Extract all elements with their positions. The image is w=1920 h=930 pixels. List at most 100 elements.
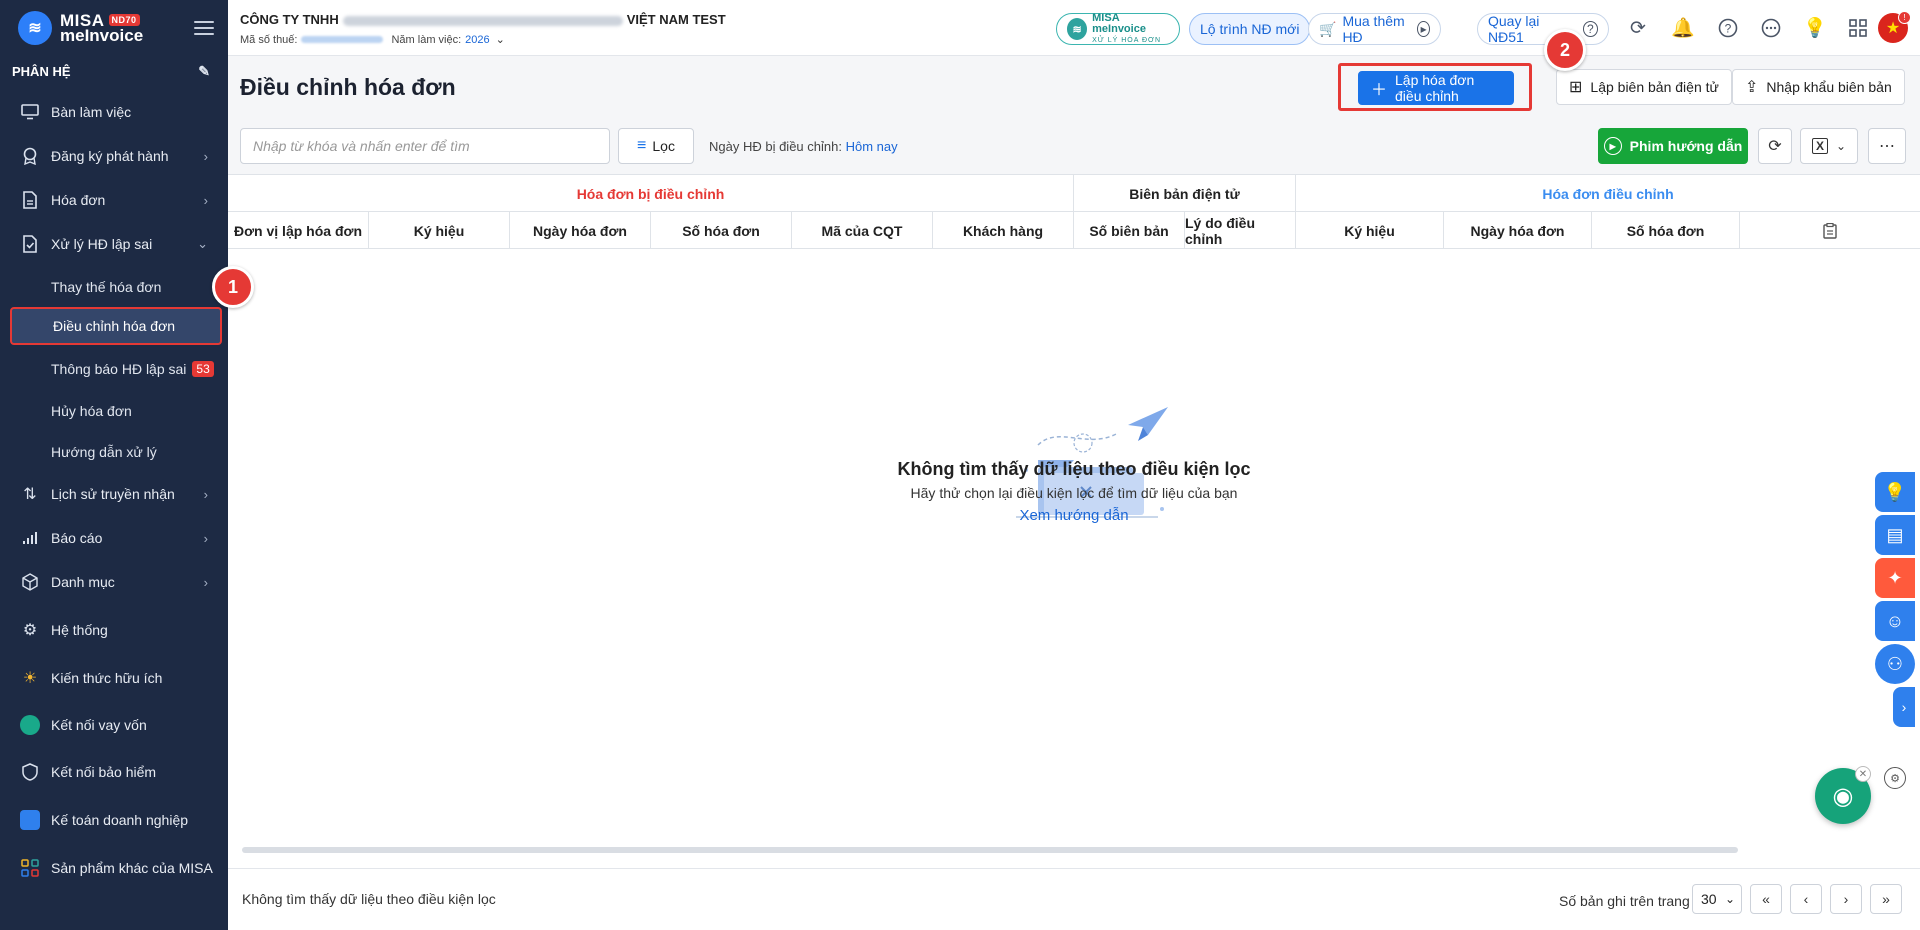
- meinvoice-processing-pill[interactable]: ≋ MISA meInvoice XỬ LÝ HÓA ĐƠN: [1056, 11, 1180, 45]
- group-e-record: Biên bản điện tử: [1074, 175, 1296, 212]
- float-ai-button[interactable]: ✦: [1875, 558, 1915, 598]
- sidebar-item-invoice[interactable]: Hóa đơn ›: [0, 180, 228, 220]
- col-issuer[interactable]: Đơn vị lập hóa đơn: [228, 212, 369, 249]
- col-symbol[interactable]: Ký hiệu: [369, 212, 510, 249]
- tax-label: Mã số thuế:: [240, 33, 298, 46]
- col-record-number[interactable]: Số biên bản: [1074, 212, 1185, 249]
- group-adjustment-invoice: Hóa đơn điều chỉnh: [1542, 185, 1674, 202]
- sidebar-item-report[interactable]: Báo cáo ›: [0, 518, 228, 558]
- float-idea-button[interactable]: 💡: [1875, 472, 1915, 512]
- grid-apps-icon[interactable]: [1846, 16, 1870, 40]
- close-icon[interactable]: ✕: [1855, 766, 1871, 782]
- create-e-record-button[interactable]: ⊞ Lập biên bản điện tử: [1556, 69, 1732, 105]
- sidebar-subitem-guide[interactable]: Hướng dẫn xử lý: [0, 433, 228, 471]
- horizontal-scrollbar[interactable]: [242, 847, 1738, 853]
- people-icon: ⚇: [1886, 653, 1904, 674]
- first-page-button[interactable]: «: [1750, 884, 1782, 914]
- sidebar-item-registration[interactable]: Đăng ký phát hành ›: [0, 136, 228, 176]
- logo[interactable]: ≋ MISA ND70 meInvoice: [0, 0, 228, 56]
- sidebar-item-label: Báo cáo: [51, 530, 103, 546]
- brand-pill-title: MISA meInvoice: [1092, 11, 1146, 35]
- sidebar-item-catalog[interactable]: Danh mục ›: [0, 562, 228, 602]
- search-input[interactable]: Nhập từ khóa và nhấn enter để tìm: [240, 128, 610, 164]
- col-adjust-reason[interactable]: Lý do điều chỉnh: [1185, 212, 1296, 249]
- add-document-icon: ⊞: [1569, 79, 1583, 96]
- sidebar-item-accounting[interactable]: Kế toán doanh nghiệp: [0, 800, 228, 840]
- float-chat-button[interactable]: ▤: [1875, 515, 1915, 555]
- float-collapse-button[interactable]: ›: [1893, 687, 1915, 727]
- sidebar: ≋ MISA ND70 meInvoice PHÂN HỆ ✎ Bàn làm v…: [0, 0, 228, 930]
- refresh-icon[interactable]: ⟳: [1626, 16, 1650, 40]
- date-filter: Ngày HĐ bị điều chỉnh: Hôm nay: [709, 139, 898, 154]
- filter-button[interactable]: ≡ Lọc: [618, 128, 694, 164]
- chevron-right-icon: ›: [203, 486, 208, 502]
- chevron-down-icon[interactable]: ⌄: [496, 33, 505, 46]
- empty-state-title: Không tìm thấy dữ liệu theo điều kiện lọ…: [897, 459, 1251, 479]
- col-invoice-number[interactable]: Số hóa đơn: [651, 212, 792, 249]
- prev-page-button[interactable]: ‹: [1790, 884, 1822, 914]
- transfer-icon: ⇅: [23, 486, 37, 503]
- float-bot-button[interactable]: ☺: [1875, 601, 1915, 641]
- roadmap-button[interactable]: Lộ trình NĐ mới: [1189, 13, 1311, 45]
- sidebar-item-dashboard[interactable]: Bàn làm việc: [0, 92, 228, 132]
- back-to-nd51-button[interactable]: Quay lại NĐ51 ?: [1477, 13, 1609, 45]
- company-suffix: VIỆT NAM TEST: [626, 12, 726, 27]
- sidebar-item-loan[interactable]: Kết nối vay vốn: [0, 705, 228, 745]
- double-chevron-left-icon: «: [1762, 891, 1770, 907]
- help-icon[interactable]: ?: [1716, 16, 1740, 40]
- col-adj-date[interactable]: Ngày hóa đơn: [1444, 212, 1592, 249]
- sidebar-item-insurance[interactable]: Kết nối bảo hiểm: [0, 752, 228, 792]
- next-page-button[interactable]: ›: [1830, 884, 1862, 914]
- col-tax-code[interactable]: Mã của CQT: [792, 212, 933, 249]
- col-invoice-date[interactable]: Ngày hóa đơn: [510, 212, 651, 249]
- company-name: CÔNG TY TNHH VIỆT NAM TEST: [240, 12, 726, 27]
- reload-button[interactable]: ⟳: [1758, 128, 1792, 164]
- invoice-table: Hóa đơn bị điều chỉnh Biên bản điện tử H…: [228, 174, 1920, 868]
- sidebar-item-other-products[interactable]: Sản phẩm khác của MISA: [0, 848, 228, 888]
- guide-video-button[interactable]: ▶ Phim hướng dẫn: [1598, 128, 1748, 164]
- sidebar-item-knowledge[interactable]: ☀ Kiến thức hữu ích: [0, 658, 228, 698]
- lightbulb-icon: ☀: [22, 670, 38, 687]
- settings-circle-icon[interactable]: ⚙: [1884, 767, 1906, 789]
- create-record-label: Lập biên bản điện tử: [1590, 79, 1719, 95]
- col-adj-number[interactable]: Số hóa đơn: [1592, 212, 1740, 249]
- edit-pencil-icon[interactable]: ✎: [198, 63, 210, 80]
- page-size-select[interactable]: 30 ⌄: [1692, 884, 1742, 914]
- sidebar-subitem-adjust[interactable]: Điều chỉnh hóa đơn: [10, 307, 222, 345]
- view-guide-link[interactable]: Xem hướng dẫn: [228, 507, 1920, 524]
- more-circle-icon[interactable]: [1759, 16, 1783, 40]
- empty-state-subtitle: Hãy thử chọn lại điều kiện lọc để tìm dữ…: [910, 485, 1238, 501]
- bell-icon[interactable]: 🔔: [1671, 16, 1695, 40]
- chevron-right-icon: ›: [203, 530, 208, 546]
- sidebar-subitem-replace[interactable]: Thay thế hóa đơn: [0, 268, 228, 306]
- company-prefix: CÔNG TY TNHH: [240, 12, 339, 27]
- loan-icon: [20, 715, 40, 735]
- export-excel-button[interactable]: X ⌄: [1800, 128, 1858, 164]
- sidebar-item-system[interactable]: ⚙ Hệ thống: [0, 610, 228, 650]
- import-record-button[interactable]: ⇪ Nhập khẩu biên bản: [1732, 69, 1905, 105]
- sidebar-subitem-label: Thông báo HĐ lập sai: [51, 361, 187, 377]
- sidebar-item-history[interactable]: ⇅ Lịch sử truyền nhận ›: [0, 474, 228, 514]
- lightbulb-idea-icon[interactable]: 💡: [1803, 16, 1827, 40]
- col-adj-symbol[interactable]: Ký hiệu: [1296, 212, 1444, 249]
- filter-label: Lọc: [652, 138, 675, 154]
- sidebar-subitem-notice[interactable]: Thông báo HĐ lập sai 53: [0, 350, 228, 388]
- float-community-button[interactable]: ⚇: [1875, 644, 1915, 684]
- table-group-header: Hóa đơn bị điều chỉnh Biên bản điện tử H…: [228, 175, 1920, 212]
- create-adjustment-invoice-button[interactable]: ＋ Lập hóa đơn điều chỉnh: [1358, 71, 1514, 105]
- help-circle-icon: ?: [1582, 21, 1598, 37]
- sidebar-subitem-label: Hủy hóa đơn: [51, 403, 132, 419]
- buy-more-button[interactable]: 🛒 Mua thêm HĐ ▸: [1308, 13, 1441, 45]
- more-options-button[interactable]: ⋯: [1868, 128, 1906, 164]
- robot-icon: ☺: [1885, 610, 1905, 631]
- sparkle-icon: ✦: [1887, 567, 1903, 588]
- col-customer[interactable]: Khách hàng: [933, 212, 1074, 249]
- last-page-button[interactable]: »: [1870, 884, 1902, 914]
- year-value[interactable]: 2026: [465, 34, 489, 46]
- sidebar-subitem-cancel[interactable]: Hủy hóa đơn: [0, 392, 228, 430]
- date-filter-value[interactable]: Hôm nay: [846, 139, 898, 154]
- menu-toggle-icon[interactable]: [194, 21, 214, 35]
- sidebar-item-wrong-invoice[interactable]: Xử lý HĐ lập sai ⌄: [0, 224, 228, 264]
- user-avatar[interactable]: ★!: [1878, 11, 1911, 43]
- column-settings-icon[interactable]: [1740, 212, 1920, 249]
